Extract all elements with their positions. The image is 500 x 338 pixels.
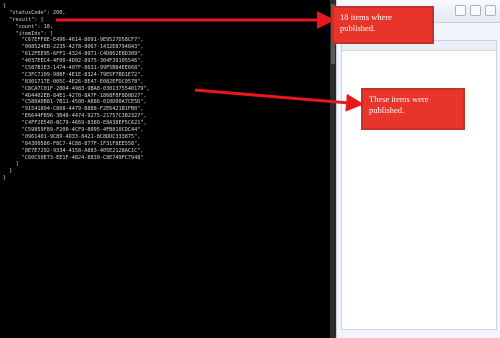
console-line-item: "C8CA7C01F-20D4-4983-9BA8-0301375540179"… [3, 85, 150, 92]
console-line-item: "C4FF2E540-BC79-4669-8380-E8A38EF5C621", [3, 120, 147, 127]
console-line-item: "008524EB-2235-4278-8067-1432E8794843", [3, 44, 144, 51]
toolbar-icon[interactable] [485, 5, 496, 16]
console-line-count: "count": 18, [3, 23, 53, 30]
console-line: { [3, 3, 7, 9]
callout-text: 18 items where published. [340, 12, 392, 33]
console-line-item: "C3FC7109-98BF-4E1E-8324-79E5F7BD1E72", [3, 71, 144, 78]
console-line: "statusCode": 200, [3, 9, 66, 16]
toolbar-icon[interactable] [455, 5, 466, 16]
console-line-item: "C67EFF8E-E496-4614-8091-9E9527D58CF7", [3, 37, 144, 44]
console-line-item: "91541804-C868-4479-8888-F2E6421B1FB0", [3, 106, 144, 113]
callout-items-published-top: 18 items where published. [332, 6, 434, 44]
json-output: { "statusCode": 200, "result": { "count"… [3, 3, 150, 182]
console-line-item: "84300586-F8C7-4C88-877F-1F31F8EE558", [3, 140, 141, 147]
console-line: ] [3, 161, 19, 168]
console-line-item: "0961401-9C89-4D33-8421-8C8DDC333875", [3, 133, 141, 140]
console-line-item: "0E7E7292-9334-4158-A883-405E2128AC1C", [3, 147, 144, 154]
console-window: { "statusCode": 200, "result": { "count"… [0, 0, 330, 338]
console-line-item: "E6644FB96-3B48-4474-9275-21757C3B2327", [3, 113, 147, 120]
callout-text: These items were published. [369, 94, 429, 115]
console-line-item: "C587B1E3-1474-407F-8631-99F5B84EE668", [3, 65, 144, 72]
console-line-item: "4D4402EB-84E1-4270-8A7F-1868F8F8D0D27", [3, 92, 147, 99]
callout-items-published-middle: These items were published. [361, 88, 465, 130]
console-line: } [3, 175, 7, 182]
console-line-item: "4037EEC4-4F00-4D02-8975-304F39105546", [3, 58, 144, 65]
toolbar-icon[interactable] [470, 5, 481, 16]
console-line-item: "C59859F89-F200-4CF9-B095-4FB810CDC44", [3, 127, 144, 134]
console-line-item: "612FEE95-6FF1-4324-8071-C4D862E8D309", [3, 51, 144, 58]
console-line-item: "C60C50E73-EE1F-4824-8839-C8E749FC7948" [3, 154, 144, 161]
ide-panel [341, 40, 497, 330]
console-line: "itemIds": [ [3, 30, 53, 37]
console-line: "result": { [3, 16, 44, 23]
console-line: } [3, 168, 13, 175]
console-line-item: "C580A0B81-7B11-4500-A886-010D00A7CE5D", [3, 99, 147, 106]
console-line-item: "8301717E-005C-4E26-8E47-E082EFDC0578", [3, 78, 144, 85]
ide-side-pane [336, 0, 500, 338]
